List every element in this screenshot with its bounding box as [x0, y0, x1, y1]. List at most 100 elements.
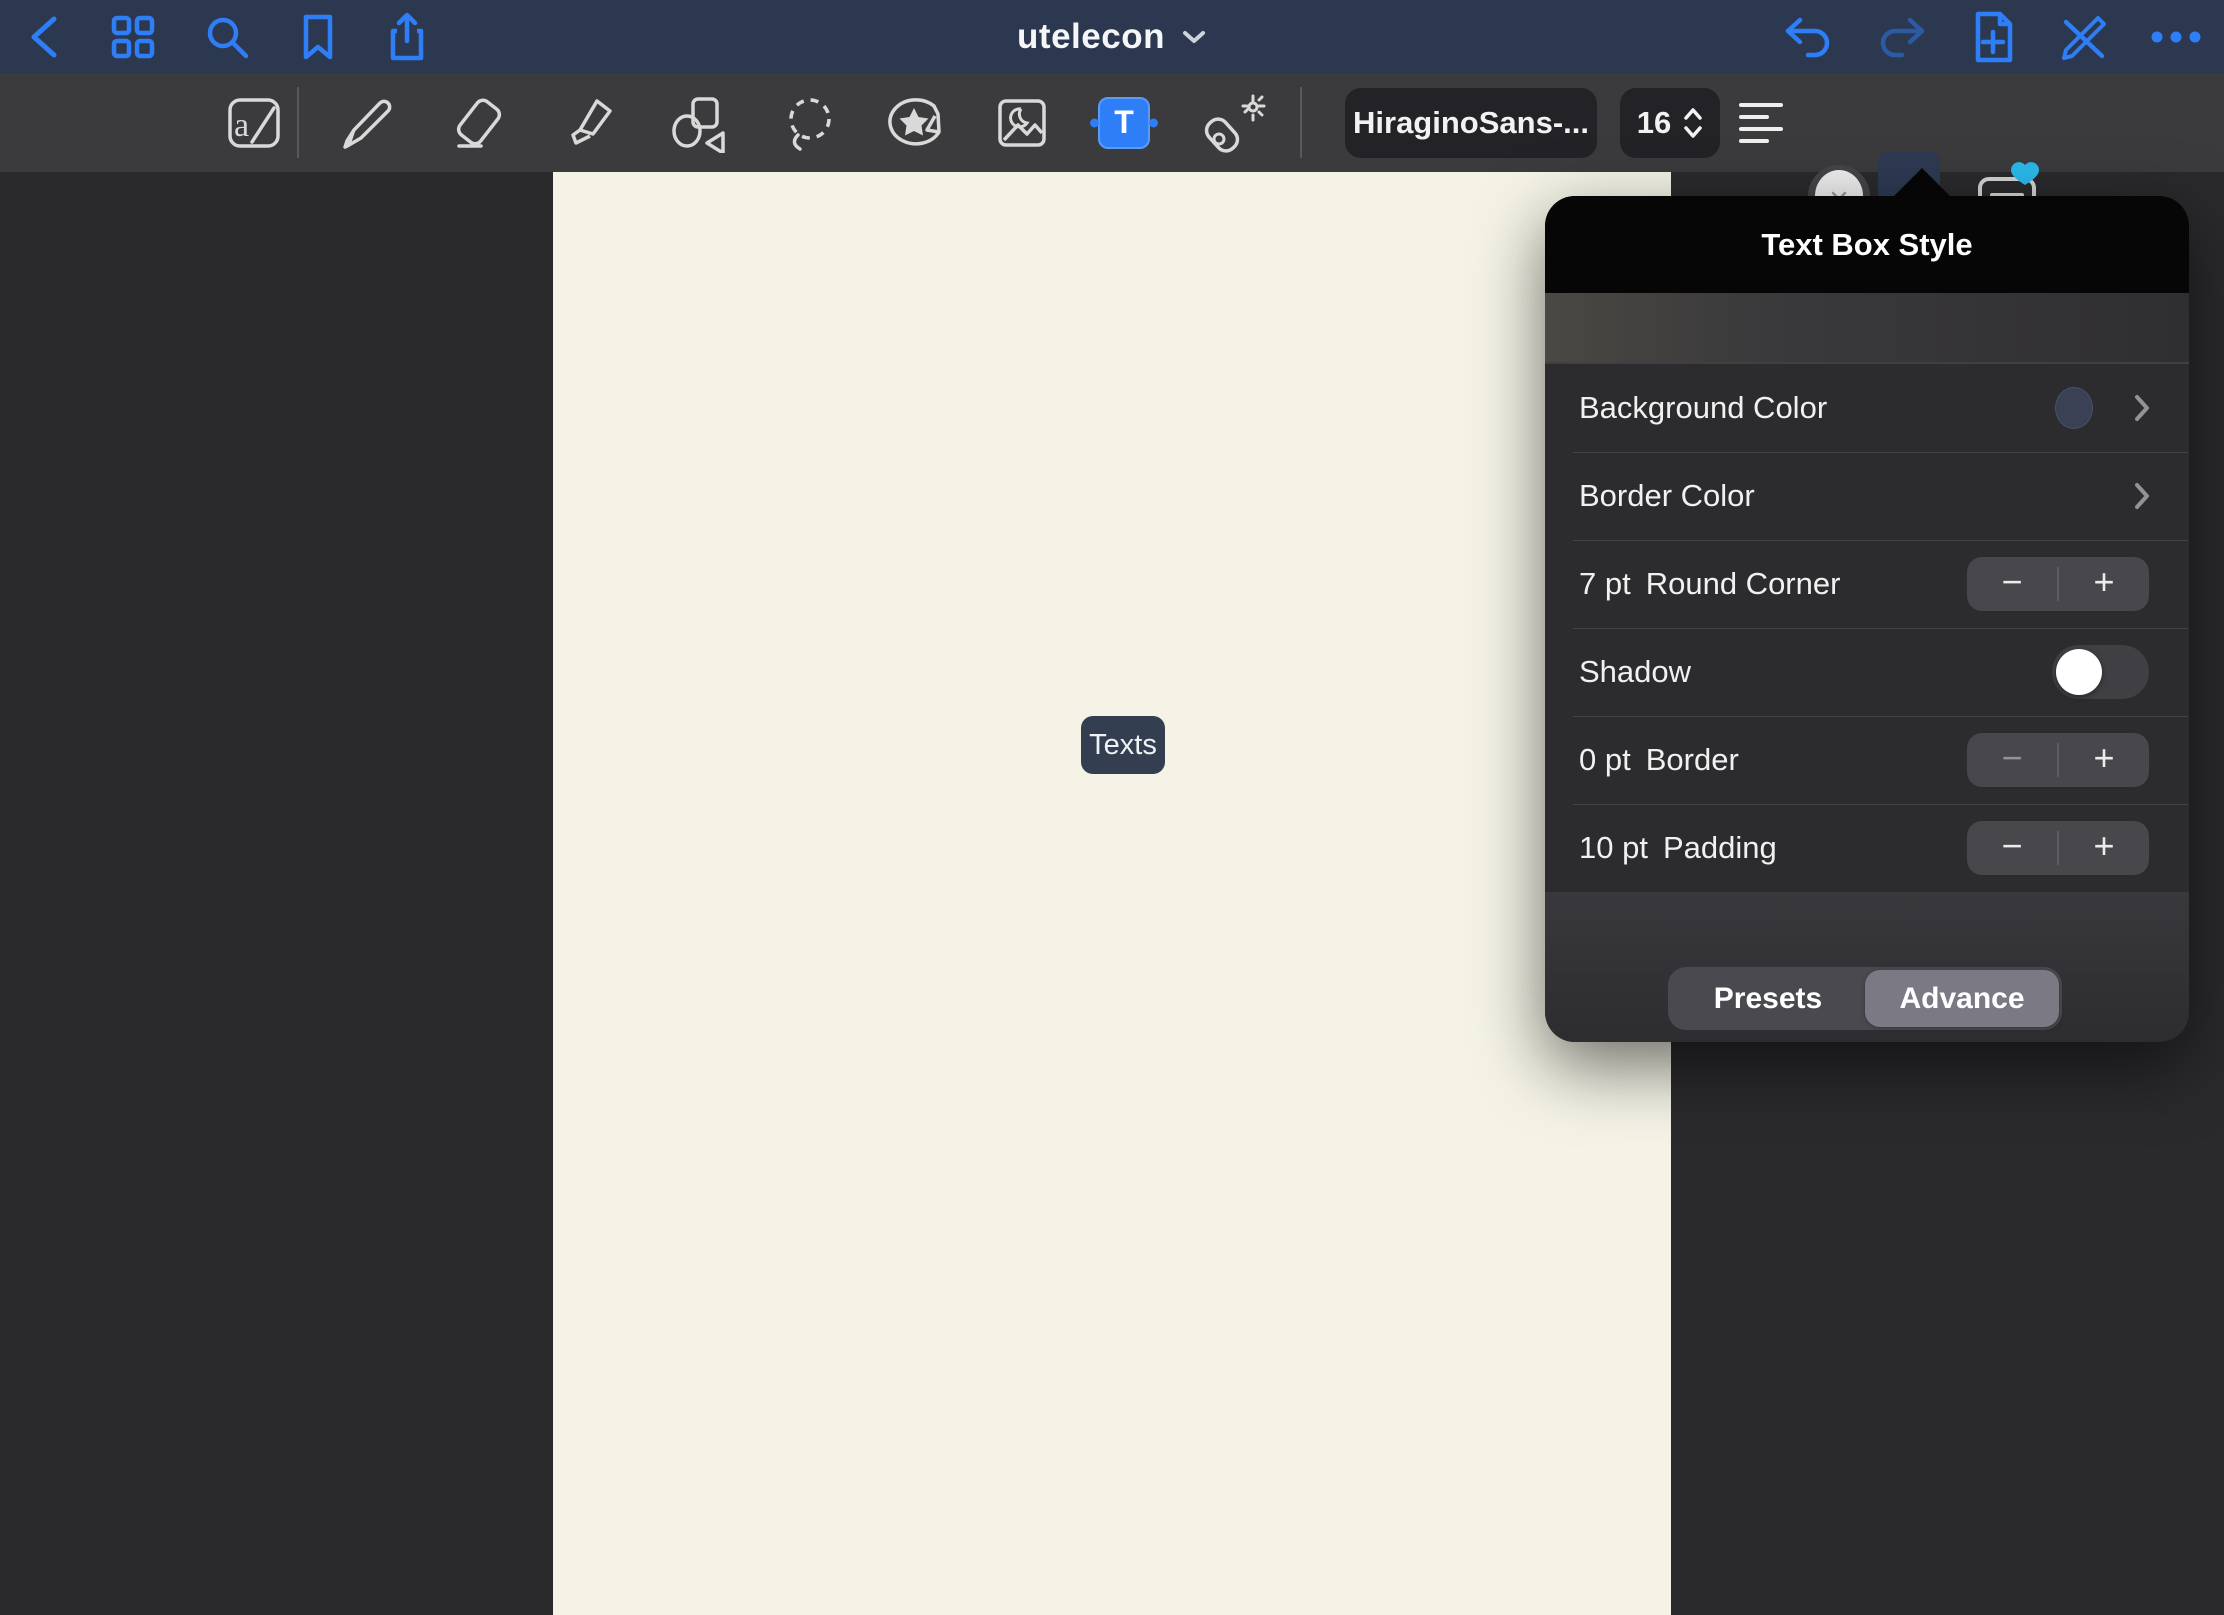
row-label: Padding [1663, 830, 1777, 866]
canvas-text-box[interactable]: Texts [1081, 716, 1165, 774]
edit-mode-tool-button[interactable]: a [208, 73, 298, 172]
note-page[interactable]: Texts [553, 172, 1671, 1615]
text-box-handle-left [1090, 118, 1099, 127]
back-chevron-icon [24, 13, 64, 61]
top-navigation-bar: utelecon [0, 0, 2224, 73]
search-icon [202, 12, 252, 62]
toolbar-divider [1300, 87, 1302, 158]
row-label: Shadow [1579, 654, 1691, 690]
edit-mode-icon: a [222, 94, 284, 152]
shapes-icon [667, 93, 729, 153]
search-button[interactable] [202, 12, 252, 62]
document-title: utelecon [1017, 17, 1165, 57]
row-background-color[interactable]: Background Color [1545, 364, 2189, 452]
bookmark-button[interactable] [296, 12, 340, 62]
eraser-tool-button[interactable] [432, 73, 522, 172]
row-border-width: 0 pt Border − + [1545, 716, 2189, 804]
pen-tool-button[interactable] [320, 73, 410, 172]
padding-increase-button[interactable]: + [2059, 821, 2149, 875]
back-button[interactable] [24, 13, 64, 61]
undo-button[interactable] [1782, 12, 1834, 62]
advance-tab-selected[interactable]: Advance [1865, 970, 2059, 1027]
lasso-tool-button[interactable] [763, 73, 853, 172]
font-size-stepper[interactable]: 16 [1620, 88, 1720, 158]
padding-decrease-button[interactable]: − [1967, 821, 2057, 875]
round-corner-decrease-button[interactable]: − [1967, 557, 2057, 611]
border-width-decrease-button[interactable]: − [1967, 733, 2057, 787]
size-up-down-icon [1683, 106, 1703, 140]
favorite-heart-badge [2011, 162, 2039, 185]
round-corner-increase-button[interactable]: + [2059, 557, 2149, 611]
presets-advance-segmented-control: Presets Advance [1668, 967, 2062, 1030]
laser-pointer-tool-button[interactable] [1190, 73, 1280, 172]
read-only-mode-button[interactable] [2058, 12, 2108, 62]
text-tool-button-selected[interactable]: T [1079, 73, 1169, 172]
redo-icon [1876, 12, 1928, 62]
add-page-icon [1970, 10, 2016, 64]
align-left-icon [1737, 101, 1787, 145]
row-label: Border [1646, 742, 1739, 778]
panel-footer: Presets Advance [1545, 892, 2189, 1042]
popover-arrow [1892, 168, 1952, 198]
background-color-swatch[interactable] [2055, 387, 2093, 429]
eraser-icon [447, 93, 507, 153]
chevron-down-icon [1181, 28, 1207, 46]
toggle-knob [2056, 649, 2102, 695]
chevron-right-icon [2133, 481, 2151, 511]
redo-button[interactable] [1876, 12, 1928, 62]
nav-left-group [0, 0, 430, 73]
pen-icon [335, 93, 395, 153]
row-border-color[interactable]: Border Color [1545, 452, 2189, 540]
app-screen: utelecon a [0, 0, 2224, 1615]
border-width-increase-button[interactable]: + [2059, 733, 2149, 787]
nav-right-group [1782, 0, 2224, 73]
padding-value: 10 pt [1579, 830, 1648, 866]
panel-header: Text Box Style [1545, 196, 2189, 293]
text-box-handle-right [1149, 118, 1158, 127]
row-label: Round Corner [1646, 566, 1841, 602]
font-family-button[interactable]: HiraginoSans-... [1345, 88, 1597, 158]
bookmark-icon [296, 12, 340, 62]
highlighter-tool-button[interactable] [545, 73, 635, 172]
panel-empty-band [1545, 293, 2189, 364]
share-icon [384, 11, 430, 63]
panel-rows: Background Color Border Color 7 pt Round… [1545, 364, 2189, 892]
text-align-button[interactable] [1727, 73, 1797, 172]
thumbnails-button[interactable] [108, 12, 158, 62]
stickers-tool-button[interactable] [871, 73, 961, 172]
font-family-value: HiraginoSans-... [1353, 105, 1589, 141]
text-box-style-panel: Text Box Style Background Color Border C… [1545, 196, 2189, 1042]
round-corner-value: 7 pt [1579, 566, 1631, 602]
ellipsis-icon [2150, 30, 2202, 44]
row-padding: 10 pt Padding − + [1545, 804, 2189, 892]
add-page-button[interactable] [1970, 10, 2016, 64]
toolbar-divider [297, 87, 299, 158]
share-button[interactable] [384, 11, 430, 63]
sticker-star-icon [884, 94, 948, 152]
image-icon [993, 94, 1051, 152]
svg-text:a: a [234, 107, 249, 144]
lasso-icon [778, 93, 838, 153]
border-width-value: 0 pt [1579, 742, 1631, 778]
canvas-text-box-label: Texts [1089, 729, 1157, 762]
font-size-value: 16 [1637, 105, 1671, 141]
pencil-crossed-icon [2058, 12, 2108, 62]
chevron-right-icon [2133, 393, 2151, 423]
row-round-corner: 7 pt Round Corner − + [1545, 540, 2189, 628]
row-label: Border Color [1579, 478, 1755, 514]
presets-tab[interactable]: Presets [1671, 970, 1865, 1027]
document-title-button[interactable]: utelecon [1017, 0, 1207, 73]
shapes-tool-button[interactable] [653, 73, 743, 172]
row-shadow: Shadow [1545, 628, 2189, 716]
border-width-stepper: − + [1967, 733, 2149, 787]
highlighter-icon [560, 93, 620, 153]
laser-pointer-icon [1203, 92, 1267, 154]
text-tool-icon: T [1098, 97, 1150, 149]
undo-icon [1782, 12, 1834, 62]
grid-icon [108, 12, 158, 62]
panel-title: Text Box Style [1761, 227, 1972, 263]
row-label: Background Color [1579, 390, 1827, 426]
shadow-toggle-off[interactable] [2052, 645, 2149, 699]
more-options-button[interactable] [2150, 30, 2202, 44]
image-tool-button[interactable] [977, 73, 1067, 172]
